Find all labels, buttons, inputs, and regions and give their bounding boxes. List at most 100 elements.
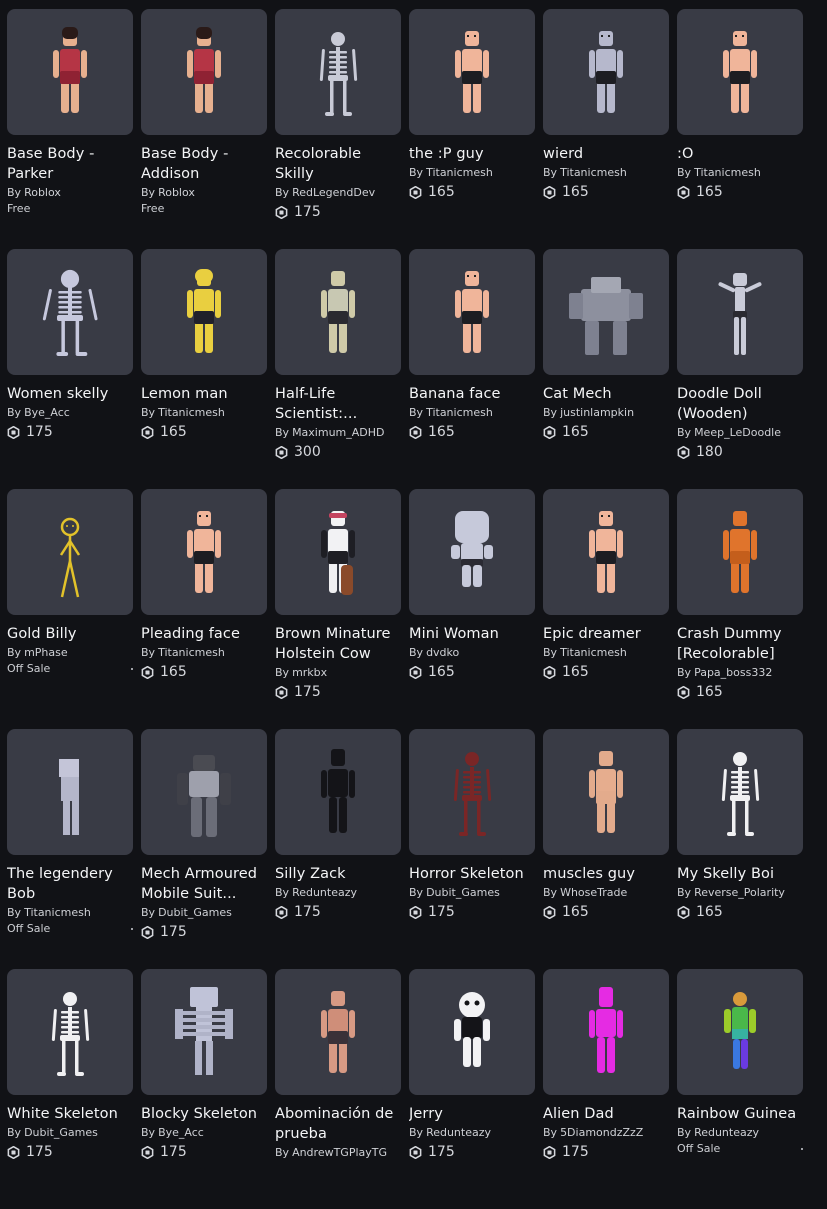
- item-creator[interactable]: By Dubit_Games: [409, 886, 535, 900]
- item-thumbnail[interactable]: [409, 9, 535, 135]
- catalog-item-card[interactable]: Lemon man By Titanicmesh 165: [141, 249, 267, 489]
- creator-name-link[interactable]: Roblox: [158, 186, 195, 199]
- catalog-item-card[interactable]: Cat Mech By justinlampkin 165: [543, 249, 669, 489]
- creator-name-link[interactable]: Meep_LeDoodle: [694, 426, 781, 439]
- creator-name-link[interactable]: Bye_Acc: [24, 406, 70, 419]
- item-name[interactable]: wierd: [543, 144, 669, 164]
- item-creator[interactable]: By Bye_Acc: [141, 1126, 267, 1140]
- catalog-item-card[interactable]: Brown Minature Holstein Cow By mrkbx 175: [275, 489, 401, 729]
- item-creator[interactable]: By Titanicmesh: [677, 166, 803, 180]
- item-name[interactable]: :O: [677, 144, 803, 164]
- item-creator[interactable]: By mrkbx: [275, 666, 401, 680]
- item-thumbnail[interactable]: [543, 489, 669, 615]
- item-name[interactable]: Silly Zack: [275, 864, 401, 884]
- creator-name-link[interactable]: AndrewTGPlayTG: [292, 1146, 387, 1159]
- creator-name-link[interactable]: Redunteazy: [292, 886, 357, 899]
- item-creator[interactable]: By Titanicmesh: [141, 406, 267, 420]
- catalog-item-card[interactable]: Doodle Doll (Wooden) By Meep_LeDoodle 180: [677, 249, 803, 489]
- item-thumbnail[interactable]: [141, 489, 267, 615]
- item-creator[interactable]: By Redunteazy: [677, 1126, 803, 1140]
- item-name[interactable]: Jerry: [409, 1104, 535, 1124]
- item-name[interactable]: My Skelly Boi: [677, 864, 803, 884]
- catalog-item-card[interactable]: Silly Zack By Redunteazy 175: [275, 729, 401, 969]
- item-creator[interactable]: By Titanicmesh: [141, 646, 267, 660]
- item-name[interactable]: Lemon man: [141, 384, 267, 404]
- item-name[interactable]: Abominación de prueba: [275, 1104, 401, 1144]
- item-name[interactable]: Half-Life Scientist:...: [275, 384, 401, 424]
- catalog-item-card[interactable]: the :P guy By Titanicmesh 165: [409, 9, 535, 249]
- item-thumbnail[interactable]: [543, 969, 669, 1095]
- item-creator[interactable]: By Reverse_Polarity: [677, 886, 803, 900]
- item-creator[interactable]: By AndrewTGPlayTG: [275, 1146, 401, 1160]
- item-name[interactable]: Rainbow Guinea: [677, 1104, 803, 1124]
- item-creator[interactable]: By mPhase: [7, 646, 133, 660]
- item-name[interactable]: Crash Dummy [Recolorable]: [677, 624, 803, 664]
- item-name[interactable]: Women skelly: [7, 384, 133, 404]
- item-thumbnail[interactable]: [275, 489, 401, 615]
- item-thumbnail[interactable]: [677, 729, 803, 855]
- creator-name-link[interactable]: Titanicmesh: [560, 646, 627, 659]
- creator-name-link[interactable]: Titanicmesh: [158, 646, 225, 659]
- creator-name-link[interactable]: mPhase: [24, 646, 68, 659]
- catalog-item-card[interactable]: Base Body - Parker By Roblox Free: [7, 9, 133, 249]
- item-name[interactable]: Base Body - Parker: [7, 144, 133, 184]
- catalog-item-card[interactable]: :O By Titanicmesh 165: [677, 9, 803, 249]
- item-name[interactable]: Recolorable Skilly: [275, 144, 401, 184]
- item-thumbnail[interactable]: [677, 969, 803, 1095]
- item-thumbnail[interactable]: [7, 969, 133, 1095]
- catalog-item-card[interactable]: Jerry By Redunteazy 175: [409, 969, 535, 1209]
- creator-name-link[interactable]: Dubit_Games: [24, 1126, 98, 1139]
- catalog-item-card[interactable]: Alien Dad By 5DiamondzZzZ 175: [543, 969, 669, 1209]
- item-thumbnail[interactable]: [7, 9, 133, 135]
- item-name[interactable]: Epic dreamer: [543, 624, 669, 644]
- creator-name-link[interactable]: Reverse_Polarity: [694, 886, 785, 899]
- catalog-item-card[interactable]: Mini Woman By dvdko 165: [409, 489, 535, 729]
- catalog-item-card[interactable]: Blocky Skeleton By Bye_Acc 175: [141, 969, 267, 1209]
- item-creator[interactable]: By Titanicmesh: [409, 166, 535, 180]
- catalog-item-card[interactable]: Abominación de prueba By AndrewTGPlayTG: [275, 969, 401, 1209]
- creator-name-link[interactable]: justinlampkin: [560, 406, 634, 419]
- item-creator[interactable]: By Roblox: [7, 186, 133, 200]
- item-thumbnail[interactable]: [141, 969, 267, 1095]
- catalog-item-card[interactable]: Epic dreamer By Titanicmesh 165: [543, 489, 669, 729]
- creator-name-link[interactable]: mrkbx: [292, 666, 327, 679]
- item-name[interactable]: the :P guy: [409, 144, 535, 164]
- creator-name-link[interactable]: Titanicmesh: [24, 906, 91, 919]
- item-creator[interactable]: By Papa_boss332: [677, 666, 803, 680]
- item-creator[interactable]: By Dubit_Games: [7, 1126, 133, 1140]
- catalog-item-card[interactable]: wierd By Titanicmesh 165: [543, 9, 669, 249]
- creator-name-link[interactable]: dvdko: [426, 646, 459, 659]
- creator-name-link[interactable]: Roblox: [24, 186, 61, 199]
- item-name[interactable]: Banana face: [409, 384, 535, 404]
- catalog-item-card[interactable]: Crash Dummy [Recolorable] By Papa_boss332 1…: [677, 489, 803, 729]
- item-creator[interactable]: By Roblox: [141, 186, 267, 200]
- catalog-item-card[interactable]: Recolorable Skilly By RedLegendDev 175: [275, 9, 401, 249]
- item-creator[interactable]: By Maximum_ADHD: [275, 426, 401, 440]
- catalog-item-card[interactable]: Mech Armoured Mobile Suit... By Dubit_Game…: [141, 729, 267, 969]
- item-thumbnail[interactable]: [677, 489, 803, 615]
- catalog-item-card[interactable]: Rainbow Guinea By Redunteazy Off Sale: [677, 969, 803, 1209]
- item-thumbnail[interactable]: [543, 249, 669, 375]
- item-name[interactable]: Pleading face: [141, 624, 267, 644]
- item-creator[interactable]: By Meep_LeDoodle: [677, 426, 803, 440]
- catalog-item-card[interactable]: Banana face By Titanicmesh 165: [409, 249, 535, 489]
- item-thumbnail[interactable]: [275, 249, 401, 375]
- catalog-item-card[interactable]: muscles guy By WhoseTrade 165: [543, 729, 669, 969]
- catalog-item-card[interactable]: Gold Billy By mPhase Off Sale: [7, 489, 133, 729]
- creator-name-link[interactable]: 5DiamondzZzZ: [560, 1126, 643, 1139]
- item-creator[interactable]: By RedLegendDev: [275, 186, 401, 200]
- catalog-item-card[interactable]: Pleading face By Titanicmesh 165: [141, 489, 267, 729]
- creator-name-link[interactable]: Dubit_Games: [158, 906, 232, 919]
- item-creator[interactable]: By 5DiamondzZzZ: [543, 1126, 669, 1140]
- catalog-item-card[interactable]: Women skelly By Bye_Acc 175: [7, 249, 133, 489]
- item-creator[interactable]: By Redunteazy: [409, 1126, 535, 1140]
- item-creator[interactable]: By Redunteazy: [275, 886, 401, 900]
- catalog-item-card[interactable]: Base Body - Addison By Roblox Free: [141, 9, 267, 249]
- item-creator[interactable]: By WhoseTrade: [543, 886, 669, 900]
- creator-name-link[interactable]: Titanicmesh: [560, 166, 627, 179]
- item-name[interactable]: Brown Minature Holstein Cow: [275, 624, 401, 664]
- creator-name-link[interactable]: Titanicmesh: [426, 406, 493, 419]
- creator-name-link[interactable]: Titanicmesh: [426, 166, 493, 179]
- item-name[interactable]: Horror Skeleton: [409, 864, 535, 884]
- item-creator[interactable]: By Titanicmesh: [7, 906, 133, 920]
